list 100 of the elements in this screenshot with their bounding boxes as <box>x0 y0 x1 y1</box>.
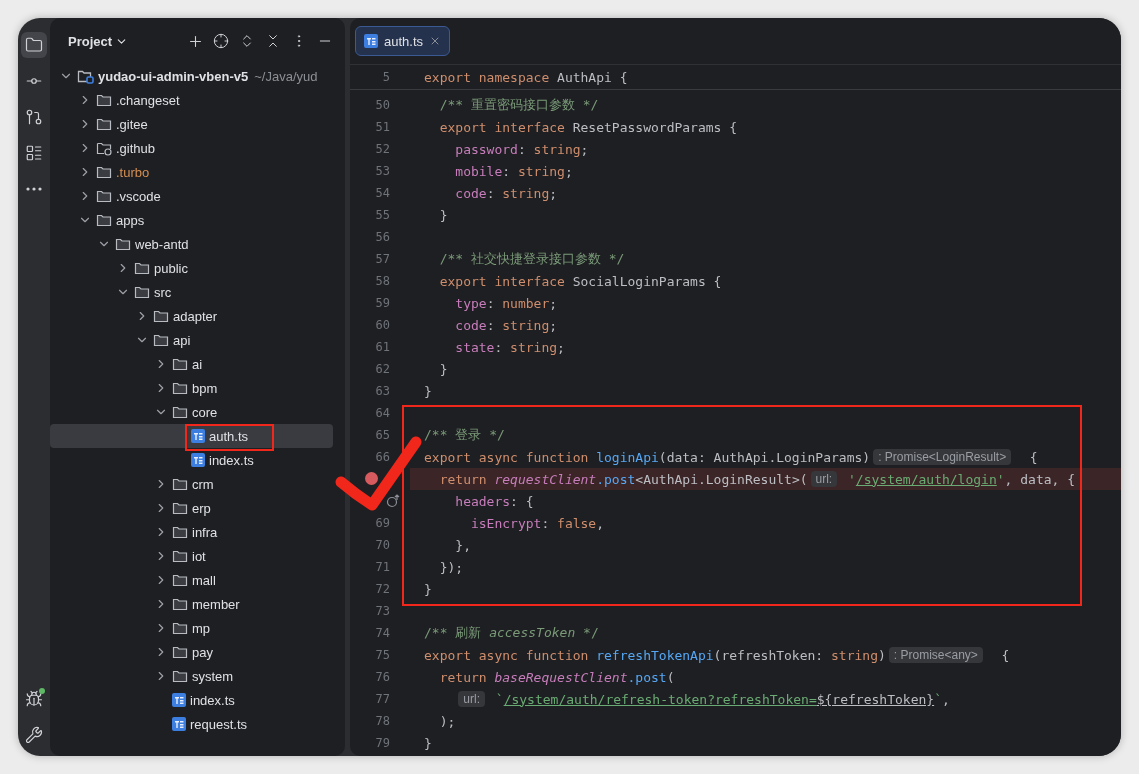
tree-item[interactable]: public <box>50 256 333 280</box>
line-number: 69 <box>375 516 390 530</box>
inlay-hint: : Promise<any> <box>888 647 983 663</box>
tree-item[interactable]: erp <box>50 496 333 520</box>
tree-item[interactable]: infra <box>50 520 333 544</box>
folder-icon <box>134 260 150 276</box>
breakpoint-icon[interactable] <box>365 472 378 485</box>
code-text: isEncrypt: false, <box>469 515 605 531</box>
tree-item[interactable]: index.ts <box>50 688 333 712</box>
tree-item[interactable]: api <box>50 328 333 352</box>
folder-icon <box>96 188 112 204</box>
tree-item[interactable]: mall <box>50 568 333 592</box>
typescript-file-icon <box>191 429 205 443</box>
tree-item[interactable]: apps <box>50 208 333 232</box>
line-number: 76 <box>375 670 390 684</box>
folder-icon <box>134 284 150 300</box>
inlay-hint: url: <box>810 471 838 487</box>
tree-item[interactable]: yudao-ui-admin-vben-v5 ~/Java/yud <box>50 64 333 88</box>
folder-icon <box>172 524 188 540</box>
folder-icon <box>172 476 188 492</box>
folder-icon <box>25 36 43 54</box>
tree-item[interactable]: .vscode <box>50 184 333 208</box>
code-text: export interface SocialLoginParams { <box>438 273 722 289</box>
code-text: export async function loginApi(data: AuthApi.LoginParams) <box>424 449 871 465</box>
code-text: `/system/auth/refresh-token?refreshToken=${refreshToken}`, <box>494 691 950 707</box>
tree-item[interactable]: .github <box>50 136 333 160</box>
tree-item[interactable]: core <box>50 400 333 424</box>
code-text: /** 刷新 accessToken */ <box>424 624 599 642</box>
line-number: 56 <box>375 230 390 244</box>
code-text: { <box>1028 449 1038 465</box>
structure-icon <box>25 144 43 162</box>
folder-icon <box>96 140 112 156</box>
line-number: 62 <box>375 362 390 376</box>
line-number: 50 <box>375 98 390 112</box>
code-text: { <box>1000 647 1010 663</box>
line-number: 57 <box>375 252 390 266</box>
folder-icon <box>172 500 188 516</box>
crosshair-icon[interactable] <box>211 31 231 51</box>
line-number: 77 <box>375 692 390 706</box>
typescript-file-icon <box>172 693 186 707</box>
folder-icon <box>172 404 188 420</box>
tree-item[interactable]: adapter <box>50 304 333 328</box>
tree-item[interactable]: member <box>50 592 333 616</box>
line-number: 61 <box>375 340 390 354</box>
code-text: export namespace AuthApi { <box>424 69 628 85</box>
code-text: } <box>424 383 432 399</box>
tree-item[interactable]: request.ts <box>50 712 333 736</box>
pull-request-icon <box>25 108 43 126</box>
line-number: 59 <box>375 296 390 310</box>
tree-item[interactable]: pay <box>50 640 333 664</box>
tree-item[interactable]: web-antd <box>50 232 333 256</box>
line-number: 70 <box>375 538 390 552</box>
folder-icon <box>153 308 169 324</box>
line-number: 71 <box>375 560 390 574</box>
tree-item[interactable]: index.ts <box>50 448 333 472</box>
code-text: /** 登录 */ <box>424 426 505 444</box>
code-text: code: string; <box>454 317 558 333</box>
code-text: } <box>424 735 432 751</box>
tree-item[interactable]: crm <box>50 472 333 496</box>
line-number: 66 <box>375 450 390 464</box>
bug-icon <box>25 690 43 708</box>
code-text: password: string; <box>454 141 589 157</box>
folder-icon <box>96 212 112 228</box>
line-number: 63 <box>375 384 390 398</box>
tree-item[interactable]: bpm <box>50 376 333 400</box>
line-number: 64 <box>375 406 390 420</box>
tree-item[interactable]: mp <box>50 616 333 640</box>
code-text: } <box>424 581 432 597</box>
tree-item[interactable]: system <box>50 664 333 688</box>
tree-item[interactable]: ai <box>50 352 333 376</box>
code-text: state: string; <box>454 339 565 355</box>
line-number: 65 <box>375 428 390 442</box>
line-number: 75 <box>375 648 390 662</box>
folder-icon <box>172 644 188 660</box>
folder-icon <box>115 236 131 252</box>
tree-item[interactable]: .changeset <box>50 88 333 112</box>
tree-item[interactable]: iot <box>50 544 333 568</box>
tree-item[interactable]: src <box>50 280 333 304</box>
folder-icon <box>96 92 112 108</box>
folder-icon <box>96 116 112 132</box>
tool-window-button[interactable] <box>21 32 47 58</box>
code-text: mobile: string; <box>454 163 573 179</box>
code-text: } <box>438 361 448 377</box>
panel-title[interactable]: Project <box>68 33 179 49</box>
tree-item[interactable]: auth.ts <box>50 424 333 448</box>
code-text: }, <box>454 537 471 553</box>
folder-icon <box>172 620 188 636</box>
typescript-file-icon <box>364 34 378 48</box>
line-number: 79 <box>375 736 390 750</box>
tree-item[interactable]: .gitee <box>50 112 333 136</box>
line-number: 53 <box>375 164 390 178</box>
typescript-file-icon <box>172 717 186 731</box>
inlay-hint: url: <box>458 691 485 707</box>
folder-icon <box>172 572 188 588</box>
code-text: /** 重置密码接口参数 */ <box>438 96 599 114</box>
more-icon <box>26 187 42 191</box>
implementation-icon[interactable] <box>386 494 400 508</box>
code-text: /** 社交快捷登录接口参数 */ <box>438 250 625 268</box>
tree-item[interactable]: .turbo <box>50 160 333 184</box>
editor-tab[interactable]: auth.ts <box>355 26 451 56</box>
